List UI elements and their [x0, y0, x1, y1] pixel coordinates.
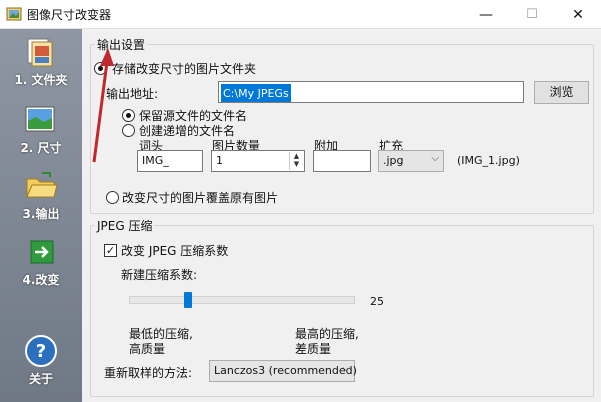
output-settings-title: 输出设置 — [97, 38, 146, 52]
address-selected-text: C:\My JPEGs — [221, 84, 291, 102]
filename-example: (IMG_1.jpg) — [457, 154, 520, 167]
minimize-button[interactable]: — — [463, 0, 509, 29]
change-jpeg-checkbox[interactable]: ✓ — [104, 244, 117, 257]
title-bar: 图像尺寸改变器 — ☐ ✕ — [0, 0, 601, 29]
main-panel: 输出设置 存储改变尺寸的图片文件夹 输出地址: C:\My JPEGs 浏览 保… — [82, 29, 601, 402]
help-icon: ? — [24, 334, 58, 368]
sidebar-item-folder[interactable]: 1. 文件夹 — [0, 35, 82, 88]
suffix-input[interactable] — [313, 150, 371, 172]
svg-text:?: ? — [36, 341, 46, 362]
about-button[interactable]: ? 关于 — [0, 334, 82, 387]
keep-name-radio[interactable] — [122, 109, 135, 122]
app-icon — [6, 6, 22, 22]
store-folder-label: 存储改变尺寸的图片文件夹 — [112, 62, 257, 76]
compression-slider[interactable] — [129, 292, 355, 310]
count-input[interactable]: 1 ▲ ▼ — [211, 150, 305, 172]
create-name-radio[interactable] — [122, 124, 135, 137]
folder-images-icon — [24, 35, 58, 69]
window-title: 图像尺寸改变器 — [27, 8, 112, 22]
sidebar-item-label: 4.改变 — [22, 273, 60, 287]
prefix-input[interactable]: IMG_ — [137, 150, 203, 172]
new-compression-label: 新建压缩系数: — [121, 268, 198, 282]
chevron-down-icon: ⌵ — [431, 153, 439, 164]
extension-select[interactable]: .jpg ⌵ — [378, 150, 444, 172]
count-value: 1 — [216, 154, 223, 167]
sidebar-item-output[interactable]: 3.输出 — [0, 169, 82, 222]
high-compression-label-2: 差质量 — [295, 342, 332, 356]
jpeg-compression-title: JPEG 压缩 — [97, 219, 153, 233]
maximize-button[interactable]: ☐ — [509, 0, 555, 29]
slider-track — [129, 296, 355, 304]
address-label: 输出地址: — [106, 87, 159, 101]
sidebar-item-change[interactable]: 4.改变 — [0, 235, 82, 288]
sidebar: 1. 文件夹 2. 尺寸 3.输出 4.改变 ? 关于 — [0, 29, 82, 402]
change-jpeg-label: 改变 JPEG 压缩系数 — [121, 244, 229, 258]
sidebar-item-size[interactable]: 2. 尺寸 — [0, 103, 82, 156]
resample-select[interactable]: Lanczos3 (recommended) ⌵ — [209, 360, 357, 382]
low-compression-label-2: 高质量 — [129, 342, 166, 356]
overwrite-radio[interactable] — [106, 191, 119, 204]
slider-thumb[interactable] — [183, 292, 192, 308]
chevron-down-icon: ⌵ — [342, 363, 350, 374]
sidebar-item-label: 1. 文件夹 — [14, 73, 68, 87]
green-arrow-icon — [24, 235, 58, 269]
browse-button[interactable]: 浏览 — [534, 81, 589, 104]
resize-picture-icon — [24, 103, 58, 137]
sidebar-item-label: 2. 尺寸 — [20, 141, 62, 155]
extension-value: .jpg — [383, 154, 404, 167]
sidebar-item-label: 3.输出 — [22, 207, 60, 221]
overwrite-label: 改变尺寸的图片覆盖原有图片 — [122, 191, 279, 205]
compression-value: 25 — [370, 295, 384, 308]
close-button[interactable]: ✕ — [555, 0, 601, 29]
about-label: 关于 — [28, 372, 53, 386]
resample-label: 重新取样的方法: — [104, 366, 193, 380]
output-folder-icon — [24, 169, 58, 203]
output-address-input[interactable]: C:\My JPEGs — [218, 81, 524, 103]
count-spinner[interactable]: ▲ ▼ — [289, 152, 303, 170]
store-folder-radio[interactable] — [94, 62, 107, 75]
resample-value: Lanczos3 (recommended) — [214, 364, 357, 377]
